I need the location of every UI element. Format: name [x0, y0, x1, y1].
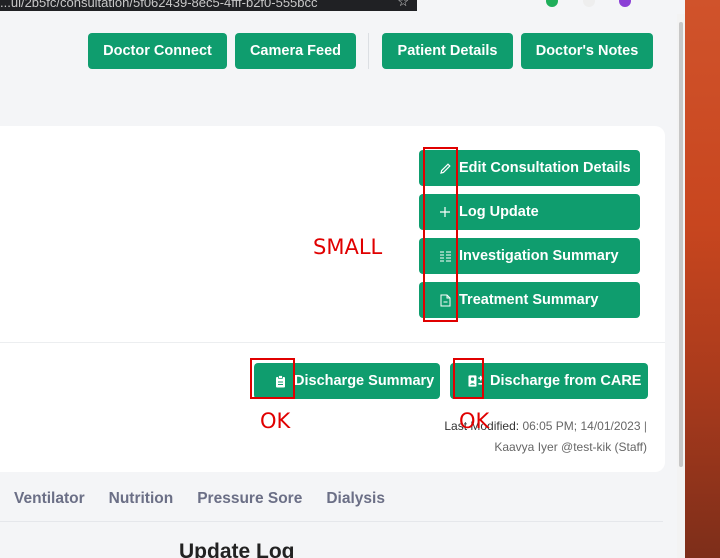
tab-ventilator[interactable]: Ventilator	[14, 490, 85, 508]
tab-divider	[0, 521, 663, 522]
header-divider	[368, 33, 369, 69]
scrollbar[interactable]	[677, 14, 685, 558]
section-heading: Update Log	[179, 540, 295, 558]
tab-nutrition[interactable]: Nutrition	[109, 490, 174, 508]
doctors-notes-button[interactable]: Doctor's Notes	[521, 33, 653, 69]
browser-url-bar[interactable]: ...ul/2b5fc/consultation/5f062439-8ec5-4…	[0, 0, 417, 11]
extension-icon[interactable]	[546, 0, 558, 7]
annotation-ok-1: OK	[260, 409, 291, 433]
star-icon[interactable]: ☆	[397, 0, 409, 10]
edit-consultation-label: Edit Consultation Details	[459, 160, 631, 176]
annotation-small: SMALL	[313, 235, 383, 259]
annotation-box-small	[423, 147, 458, 322]
investigation-summary-label: Investigation Summary	[459, 248, 619, 264]
annotation-box-ok-2	[453, 358, 484, 399]
scrollbar-thumb[interactable]	[679, 22, 683, 467]
desktop-background	[685, 0, 720, 558]
annotation-ok-2: OK	[459, 409, 490, 433]
extension-icon[interactable]	[583, 0, 595, 7]
last-modified-value: 06:05 PM; 14/01/2023	[522, 419, 641, 433]
doctor-connect-button[interactable]: Doctor Connect	[88, 33, 227, 69]
last-modified-author: Kaavya Iyer @test-kik (Staff)	[494, 440, 647, 454]
url-text: ...ul/2b5fc/consultation/5f062439-8ec5-4…	[0, 0, 318, 10]
profile-icon[interactable]	[619, 0, 631, 7]
log-update-label: Log Update	[459, 204, 539, 220]
consultation-tabs: Ventilator Nutrition Pressure Sore Dialy…	[14, 490, 409, 508]
treatment-summary-label: Treatment Summary	[459, 292, 599, 308]
tab-dialysis[interactable]: Dialysis	[326, 490, 385, 508]
annotation-box-ok-1	[250, 358, 295, 399]
camera-feed-button[interactable]: Camera Feed	[235, 33, 356, 69]
discharge-from-care-label: Discharge from CARE	[490, 373, 642, 389]
patient-details-button[interactable]: Patient Details	[382, 33, 513, 69]
tab-pressure-sore[interactable]: Pressure Sore	[197, 490, 302, 508]
discharge-summary-label: Discharge Summary	[294, 373, 435, 389]
separator: |	[643, 419, 647, 433]
card-divider	[0, 342, 665, 343]
